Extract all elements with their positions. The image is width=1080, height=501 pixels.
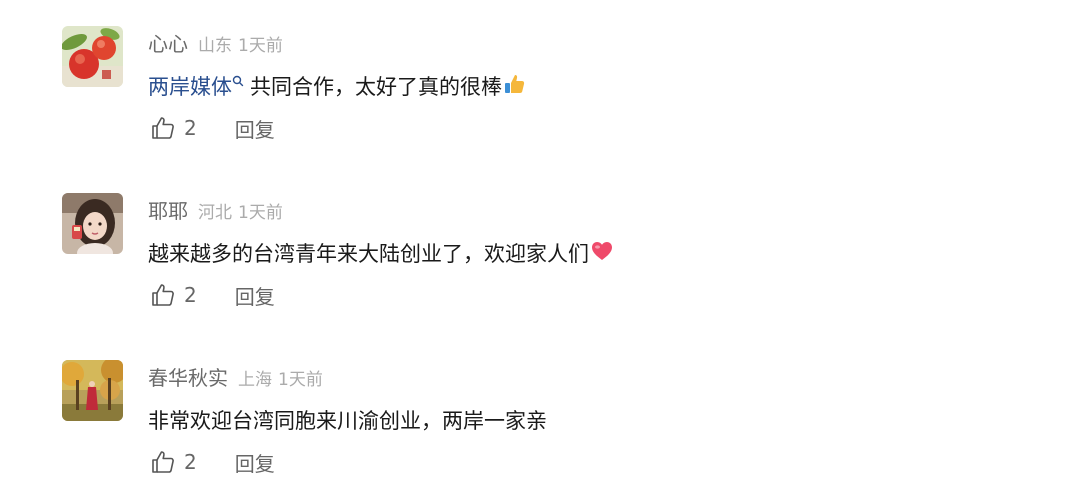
reply-button[interactable]: 回复: [235, 114, 275, 143]
like-count: 2: [184, 116, 197, 140]
comment-item: 心心 山东 1天前 两岸媒体 共同合作，太好了真的很棒 2 回复: [0, 0, 1080, 167]
comment-body: 非常欢迎台湾同胞来川渝创业，两岸一家亲: [148, 409, 547, 433]
avatar[interactable]: [62, 26, 123, 87]
comment-actions: 2 回复: [150, 280, 275, 310]
heart-emoji-icon: [590, 239, 614, 268]
user-location: 河北: [198, 203, 232, 223]
like-count: 2: [184, 283, 197, 307]
like-button[interactable]: 2: [150, 115, 197, 141]
thumbs-up-icon: [152, 117, 174, 139]
comment-time: 1天前: [278, 370, 323, 390]
comment-meta: 心心 山东 1天前: [148, 28, 283, 56]
avatar[interactable]: [62, 360, 123, 421]
user-location: 山东: [198, 36, 232, 56]
user-name[interactable]: 耶耶: [148, 195, 188, 224]
user-name[interactable]: 春华秋实: [148, 362, 228, 391]
like-button[interactable]: 2: [150, 282, 197, 308]
search-icon: [232, 68, 244, 92]
user-name[interactable]: 心心: [148, 28, 188, 57]
comment-text: 非常欢迎台湾同胞来川渝创业，两岸一家亲: [148, 404, 547, 436]
comment-item: 耶耶 河北 1天前 越来越多的台湾青年来大陆创业了，欢迎家人们 2 回复: [0, 167, 1080, 334]
comment-text: 越来越多的台湾青年来大陆创业了，欢迎家人们: [148, 237, 614, 269]
thumbs-up-icon: [152, 451, 174, 473]
comment-text: 两岸媒体 共同合作，太好了真的很棒: [148, 70, 527, 102]
comment-time: 1天前: [238, 203, 283, 223]
comment-time: 1天前: [238, 36, 283, 56]
reply-button[interactable]: 回复: [235, 281, 275, 310]
comment-actions: 2 回复: [150, 447, 275, 477]
comment-meta: 春华秋实 上海 1天前: [148, 362, 323, 390]
comment-meta: 耶耶 河北 1天前: [148, 195, 283, 223]
avatar[interactable]: [62, 193, 123, 254]
like-count: 2: [184, 450, 197, 474]
reply-button[interactable]: 回复: [235, 448, 275, 477]
comment-body: 共同合作，太好了真的很棒: [250, 75, 502, 99]
like-button[interactable]: 2: [150, 449, 197, 475]
thumbs-up-emoji-icon: [503, 72, 527, 101]
thumbs-up-icon: [152, 284, 174, 306]
comment-item: 春华秋实 上海 1天前 非常欢迎台湾同胞来川渝创业，两岸一家亲 2 回复: [0, 334, 1080, 501]
comment-actions: 2 回复: [150, 113, 275, 143]
user-location: 上海: [238, 370, 272, 390]
topic-link[interactable]: 两岸媒体: [148, 71, 232, 101]
comment-body: 越来越多的台湾青年来大陆创业了，欢迎家人们: [148, 242, 589, 266]
